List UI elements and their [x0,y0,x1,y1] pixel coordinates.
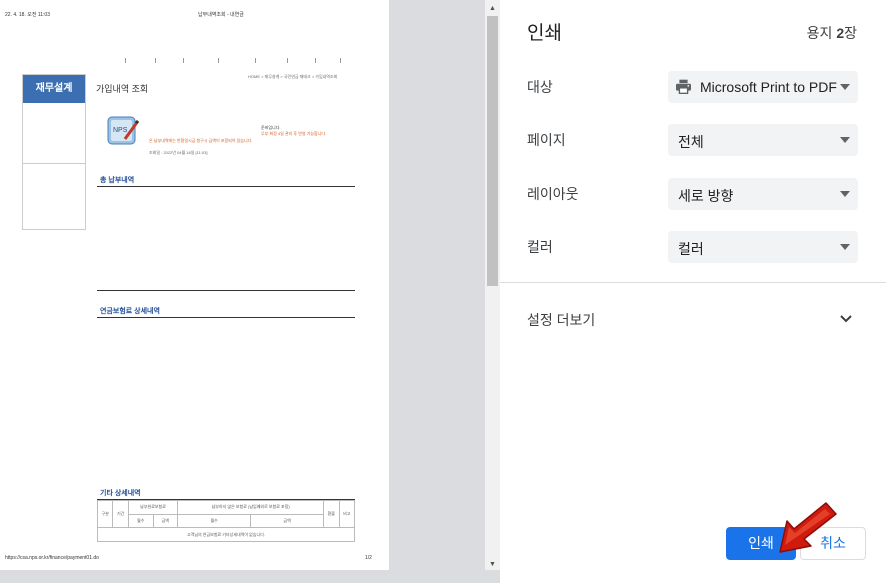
print-preview-area: 22. 4. 18. 오전 11:03 납부내역조회 - 내연금 HOME > … [0,0,500,583]
destination-label: 대상 [527,79,553,95]
section-total-payments: 총 납부내역 [100,177,135,184]
breadcrumb: HOME > 재무설계 > 국민연금 재테크 > 가입내역조회 [248,74,338,79]
info-line-1: 준비입니다. [261,125,281,130]
print-settings-panel: 인쇄 용지 2장 대상 Microsoft Print to PDF 페이지 전… [500,0,886,583]
page-footer-number: 1/2 [365,555,372,561]
table-subheader: 금액 [250,513,325,529]
other-details-table: 구분 기간 납부완료보험료 납부하지 않은 보험료 (납입예외로 보험료 포함)… [96,499,356,542]
layout-value: 세로 방향 [678,188,734,204]
section-rule [97,186,355,187]
table-header: 기간 [112,499,129,529]
table-header: 환불 [323,499,340,529]
section-rule [97,290,355,291]
nps-logo-icon: NPS [107,116,139,145]
pages-select[interactable]: 전체 [668,124,858,156]
sheet-count-prefix: 용지 [806,25,837,41]
table-subheader: 금액 [152,513,179,529]
layout-select[interactable]: 세로 방향 [668,178,858,210]
pages-label: 페이지 [527,132,566,148]
page-footer-url: https://csa.nps.or.kr/finance/payment01.… [5,555,99,561]
info-line-3: 은 납부내역에는 반환일시금 청구시 금액이 포함되어 있습니다. [149,138,253,143]
top-nav-ticks [125,58,345,64]
scroll-down-icon[interactable]: ▼ [487,560,498,570]
color-value: 컬러 [678,241,704,257]
nps-logo-text: NPS [113,127,128,134]
red-arrow-pointer-icon [779,502,837,553]
color-select[interactable]: 컬러 [668,231,858,263]
table-header: 구분 [96,499,114,529]
sidebar-divider [23,163,85,164]
chevron-down-icon[interactable] [839,312,853,326]
page-header-title: 납부내역조회 - 내연금 [198,12,244,18]
table-header: 납부하지 않은 보험료 (납입예외로 보험료 포함) [177,500,325,515]
section-premium-details: 연금보험료 상세내역 [100,308,160,315]
panel-title: 인쇄 [527,23,562,44]
sheet-count: 용지 2장 [807,23,857,43]
info-line-4: 조회일 : 2022년 04월 18일 [11:03] [149,150,208,155]
sheet-count-number: 2 [836,25,845,41]
info-line-2: 무부 최정 4일 관리 후 반영 가능합니다. [261,131,327,136]
more-settings-toggle[interactable]: 설정 더보기 [527,310,595,330]
chevron-down-icon [840,191,850,197]
table-header: 비고 [338,499,356,529]
destination-select[interactable]: Microsoft Print to PDF [668,71,858,103]
chevron-down-icon [840,84,850,90]
sidebar: 재무설계 [22,74,86,230]
section-rule [97,317,355,318]
page-title: 가입내역 조회 [96,84,149,94]
table-empty-note: 고객님의 연금보험료 기타상세내역이 없습니다. [97,527,355,542]
layout-label: 레이아웃 [527,186,579,202]
table-subheader: 월수 [177,513,252,529]
destination-value: Microsoft Print to PDF [700,79,837,95]
preview-page: 22. 4. 18. 오전 11:03 납부내역조회 - 내연금 HOME > … [0,0,389,570]
sidebar-tab-financial-planning[interactable]: 재무설계 [23,75,85,103]
panel-divider [500,282,886,283]
table-header: 납부완료보험료 [127,500,179,515]
page-header-date: 22. 4. 18. 오전 11:03 [5,12,50,18]
pages-value: 전체 [678,134,704,150]
section-other-details: 기타 상세내역 [100,490,141,497]
scroll-up-icon[interactable]: ▲ [487,4,498,14]
chevron-down-icon [840,137,850,143]
printer-icon [676,79,691,94]
scrollbar-thumb[interactable] [487,16,498,286]
color-label: 컬러 [527,239,553,255]
table-subheader: 월수 [127,513,154,529]
sheet-count-suffix: 장 [844,25,857,41]
chevron-down-icon [840,244,850,250]
